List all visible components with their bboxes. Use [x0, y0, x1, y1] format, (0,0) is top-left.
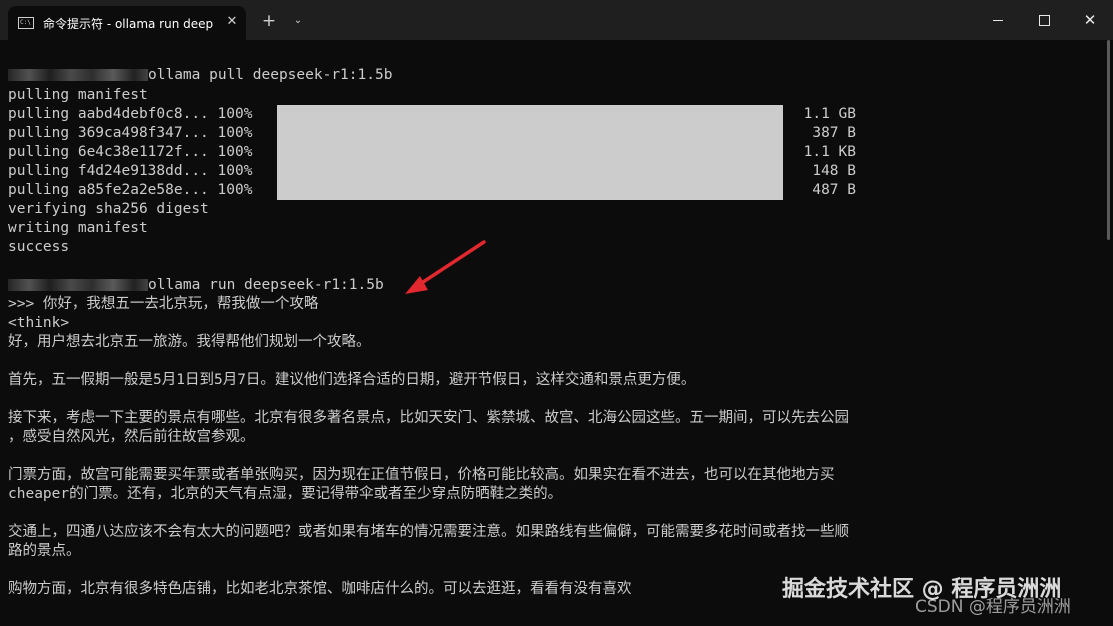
redacted-path: [8, 69, 148, 81]
think-tag: <think>: [8, 315, 70, 331]
response-line: 购物方面，北京有很多特色店铺，比如老北京茶馆、咖啡店什么的。可以去逛逛，看看有没…: [8, 581, 632, 597]
pull-row-label: pulling 6e4c38e1172f... 100%: [8, 144, 253, 160]
pulling-manifest-line: pulling manifest: [8, 87, 148, 103]
run-command-line: ollama run deepseek-r1:1.5b: [8, 276, 384, 295]
pull-row-size: 148 B: [812, 163, 856, 179]
pull-row-size: 1.1 GB: [803, 106, 856, 122]
response-line: 接下来，考虑一下主要的景点有哪些。北京有很多著名景点，比如天安门、紫禁城、故宫、…: [8, 410, 849, 426]
pull-row-size: 487 B: [812, 182, 856, 198]
redacted-path: [8, 279, 148, 291]
pull-row-size: 1.1 KB: [803, 144, 856, 160]
response-line: 首先，五一假期一般是5月1日到5月7日。建议他们选择合适的日期，避开节假日，这样…: [8, 372, 696, 388]
writing-manifest-line: writing manifest: [8, 220, 148, 236]
close-tab-icon[interactable]: ✕: [224, 14, 240, 30]
terminal-output[interactable]: ollama pull deepseek-r1:1.5b pulling man…: [0, 40, 1113, 626]
tab-title: 命令提示符 - ollama run deep: [43, 17, 214, 31]
pull-command: ollama pull deepseek-r1:1.5b: [148, 67, 393, 83]
response-line: 门票方面，故宫可能需要买年票或者单张购买，因为现在正值节假日，价格可能比较高。如…: [8, 467, 835, 483]
progress-bar: [277, 105, 783, 124]
progress-bar: [277, 181, 783, 200]
user-prompt: >>> 你好，我想五一去北京玩，帮我做一个攻略: [8, 296, 319, 312]
success-line: success: [8, 239, 70, 255]
pull-row-size: 387 B: [812, 125, 856, 141]
response-line: 好，用户想去北京五一旅游。我得帮他们规划一个攻略。: [8, 334, 371, 350]
pull-command-line: ollama pull deepseek-r1:1.5b: [8, 66, 392, 85]
minimize-button[interactable]: [975, 0, 1021, 40]
progress-bar: [277, 143, 783, 162]
response-line: cheaper的门票。还有，北京的天气有点湿，要记得带伞或者至少穿点防晒鞋之类的…: [8, 486, 563, 502]
pull-row-label: pulling a85fe2a2e58e... 100%: [8, 182, 253, 198]
progress-bar: [277, 162, 783, 181]
response-line: 交通上，四通八达应该不会有太大的问题吧？或者如果有堵车的情况需要注意。如果路线有…: [8, 524, 849, 540]
run-command: ollama run deepseek-r1:1.5b: [148, 277, 384, 293]
response-line: 路的景点。: [8, 543, 81, 559]
pull-row-label: pulling f4d24e9138dd... 100%: [8, 163, 253, 179]
scrollbar[interactable]: [1107, 40, 1110, 240]
minimize-icon: [993, 19, 1003, 21]
response-line: ，感受自然风光，然后前往故宫参观。: [8, 429, 255, 445]
verifying-line: verifying sha256 digest: [8, 201, 209, 217]
close-window-button[interactable]: ✕: [1067, 0, 1113, 40]
tab-command-prompt[interactable]: C:\ 命令提示符 - ollama run deep ✕: [8, 6, 246, 40]
terminal-window: C:\ 命令提示符 - ollama run deep ✕ + ⌄ ✕ olla…: [0, 0, 1113, 626]
maximize-icon: [1038, 14, 1050, 26]
terminal-icon: C:\: [18, 17, 34, 29]
new-tab-button[interactable]: +: [258, 10, 280, 32]
pull-row-label: pulling aabd4debf0c8... 100%: [8, 106, 253, 122]
chevron-down-icon[interactable]: ⌄: [288, 10, 308, 32]
maximize-button[interactable]: [1021, 0, 1067, 40]
pull-row-label: pulling 369ca498f347... 100%: [8, 125, 253, 141]
watermark-csdn: CSDN @程序员洲洲: [915, 597, 1071, 617]
progress-bar: [277, 124, 783, 143]
title-bar: C:\ 命令提示符 - ollama run deep ✕ + ⌄ ✕: [0, 0, 1113, 40]
